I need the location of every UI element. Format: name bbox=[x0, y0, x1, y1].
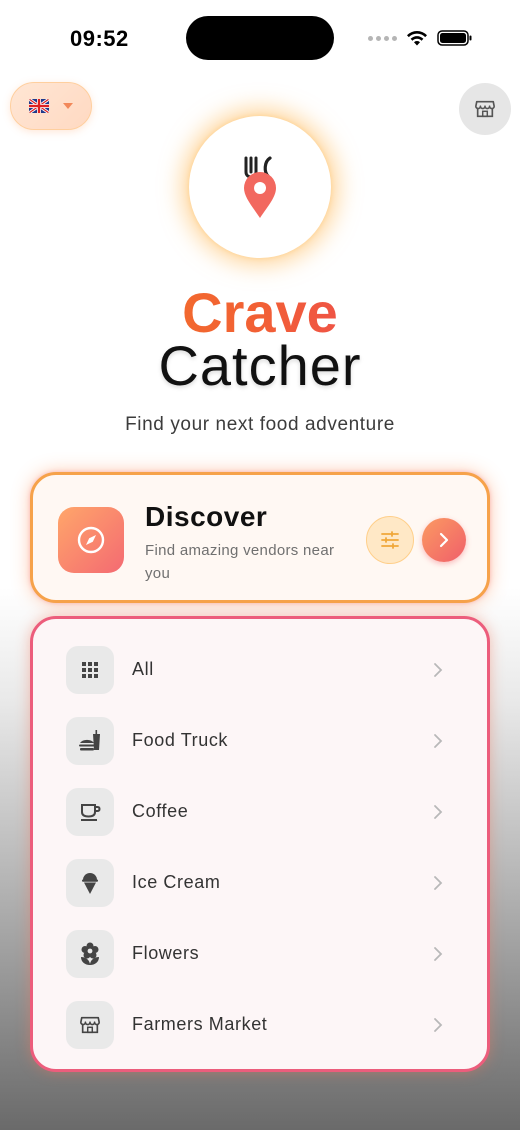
store-button[interactable] bbox=[459, 83, 511, 135]
category-list: All Food Truck Coffee Ice Cream Flowers … bbox=[33, 634, 487, 1060]
sliders-icon bbox=[381, 531, 399, 549]
chevron-right-icon bbox=[431, 1015, 445, 1035]
ice-cream-icon bbox=[66, 858, 114, 907]
category-item-all[interactable]: All bbox=[33, 634, 487, 705]
compass-icon bbox=[77, 526, 105, 554]
discover-go-button[interactable] bbox=[422, 518, 466, 562]
battery-icon bbox=[437, 30, 472, 46]
filter-button[interactable] bbox=[366, 516, 414, 564]
tagline: Find your next food adventure bbox=[125, 414, 395, 435]
status-time: 09:52 bbox=[70, 26, 129, 51]
storefront-icon bbox=[66, 1000, 114, 1049]
status-icons bbox=[368, 26, 478, 50]
chevron-right-icon bbox=[439, 532, 449, 548]
dynamic-island bbox=[186, 16, 334, 60]
discover-icon-tile bbox=[58, 507, 124, 573]
discover-card[interactable]: Discover Find amazing vendors near you bbox=[30, 472, 490, 603]
grid-icon bbox=[66, 645, 114, 694]
chevron-right-icon bbox=[431, 660, 445, 680]
chevron-right-icon bbox=[431, 731, 445, 751]
language-selector-button[interactable] bbox=[10, 82, 92, 130]
chevron-right-icon bbox=[431, 802, 445, 822]
discover-subtitle: Find amazing vendors near you bbox=[145, 542, 335, 582]
cellular-dots-icon bbox=[368, 35, 397, 41]
category-label: Coffee bbox=[132, 801, 189, 821]
app-title-catcher: Catcher bbox=[158, 334, 362, 397]
category-label: Food Truck bbox=[132, 730, 229, 750]
category-label: Flowers bbox=[132, 943, 200, 963]
category-label: Farmers Market bbox=[132, 1014, 268, 1034]
category-item-flowers[interactable]: Flowers bbox=[33, 918, 487, 989]
storefront-icon bbox=[475, 100, 495, 118]
discover-title: Discover bbox=[145, 501, 268, 532]
food-truck-icon bbox=[66, 716, 114, 765]
fork-knife-pin-icon bbox=[244, 156, 276, 218]
chevron-right-icon bbox=[431, 873, 445, 893]
category-label: All bbox=[132, 659, 154, 679]
app-logo bbox=[189, 116, 331, 258]
flower-icon bbox=[66, 929, 114, 978]
category-label: Ice Cream bbox=[132, 872, 221, 892]
coffee-icon bbox=[66, 787, 114, 836]
category-item-food-truck[interactable]: Food Truck bbox=[33, 705, 487, 776]
chevron-down-icon bbox=[63, 103, 73, 109]
category-item-coffee[interactable]: Coffee bbox=[33, 776, 487, 847]
category-item-farmers-market[interactable]: Farmers Market bbox=[33, 989, 487, 1060]
status-bar: 09:52 bbox=[0, 0, 520, 80]
category-list-card: All Food Truck Coffee Ice Cream Flowers … bbox=[30, 616, 490, 1072]
chevron-right-icon bbox=[431, 944, 445, 964]
uk-flag-icon bbox=[29, 99, 49, 113]
category-item-ice-cream[interactable]: Ice Cream bbox=[33, 847, 487, 918]
wifi-icon bbox=[407, 30, 427, 46]
